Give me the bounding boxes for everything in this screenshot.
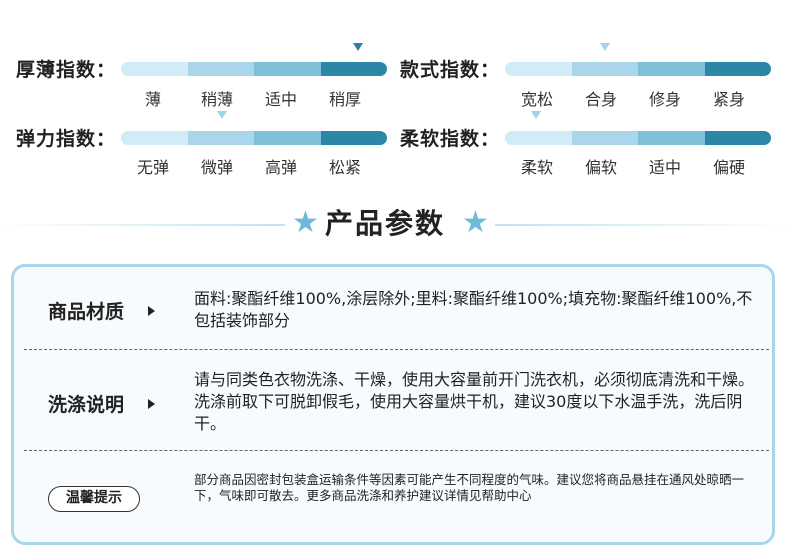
- scale-segment: [571, 131, 638, 145]
- warm-tip-text: 部分商品因密封包装盒运输条件等因素可能产生不同程度的气味。建议您将商品悬挂在通风…: [194, 472, 745, 503]
- washing-text: 请与同类色衣物洗涤、干燥，使用大容量前开门洗衣机，必须彻底清洗和干燥。 洗涤前取…: [194, 370, 755, 433]
- scale-segment: [704, 62, 771, 76]
- style-option: 修身: [648, 90, 681, 109]
- scale-segment: [505, 131, 572, 145]
- elasticity-level-marker: [217, 111, 227, 119]
- scale-segment: [505, 62, 572, 76]
- scale-segment: [187, 131, 254, 145]
- dashed-divider: [24, 349, 769, 350]
- elasticity-option: 无弹: [136, 158, 169, 177]
- style-option: 紧身: [712, 90, 745, 109]
- scale-segment: [187, 62, 254, 76]
- scale-segment: [638, 62, 705, 76]
- scale-segment: [571, 62, 638, 76]
- caret-right-icon: [148, 399, 155, 409]
- elasticity-option: 高弹: [264, 158, 297, 177]
- scale-segment: [638, 131, 705, 145]
- section-title: 产品参数: [325, 207, 446, 240]
- thickness-option: 适中: [264, 90, 297, 109]
- thickness-option: 稍厚: [328, 90, 361, 109]
- scale-segment: [320, 131, 387, 145]
- material-label: 商品材质: [48, 301, 125, 323]
- dashed-divider: [24, 450, 769, 451]
- softness-option: 偏软: [584, 158, 617, 177]
- softness-option: 柔软: [520, 158, 553, 177]
- scale-segment: [121, 62, 188, 76]
- scale-segment: [320, 62, 387, 76]
- star-icon: ★: [462, 205, 489, 240]
- divider-line: [0, 224, 285, 226]
- divider-line: [495, 224, 790, 226]
- elasticity-option: 松紧: [328, 158, 361, 177]
- washing-label: 洗涤说明: [48, 394, 125, 416]
- style-level-marker: [600, 43, 610, 51]
- scale-segment: [121, 131, 188, 145]
- caret-right-icon: [148, 306, 155, 316]
- warm-tip-badge: 温馨提示: [48, 486, 140, 512]
- material-text: 面料:聚酯纤维100%,涂层除外;里料:聚酯纤维100%;填充物:聚酯纤维100…: [194, 289, 753, 330]
- star-icon: ★: [292, 205, 319, 240]
- section-header: ★ 产品参数 ★: [0, 206, 790, 242]
- elasticity-scale: [121, 131, 387, 145]
- elasticity-option: 微弹: [200, 158, 233, 177]
- style-option: 合身: [584, 90, 617, 109]
- thickness-option: 稍薄: [200, 90, 233, 109]
- thickness-level-marker: [353, 43, 363, 51]
- thickness-scale: [121, 62, 387, 76]
- scale-segment: [704, 131, 771, 145]
- softness-option: 偏硬: [712, 158, 745, 177]
- softness-scale: [505, 131, 771, 145]
- thickness-option: 薄: [144, 90, 161, 109]
- elasticity-index-label: 弹力指数：: [16, 128, 117, 150]
- style-index-label: 款式指数：: [400, 59, 501, 81]
- scale-segment: [254, 131, 321, 145]
- style-scale: [505, 62, 771, 76]
- scale-segment: [254, 62, 321, 76]
- softness-option: 适中: [648, 158, 681, 177]
- thickness-index-label: 厚薄指数：: [16, 59, 117, 81]
- softness-index-label: 柔软指数：: [400, 128, 501, 150]
- softness-level-marker: [531, 111, 541, 119]
- style-option: 宽松: [520, 90, 553, 109]
